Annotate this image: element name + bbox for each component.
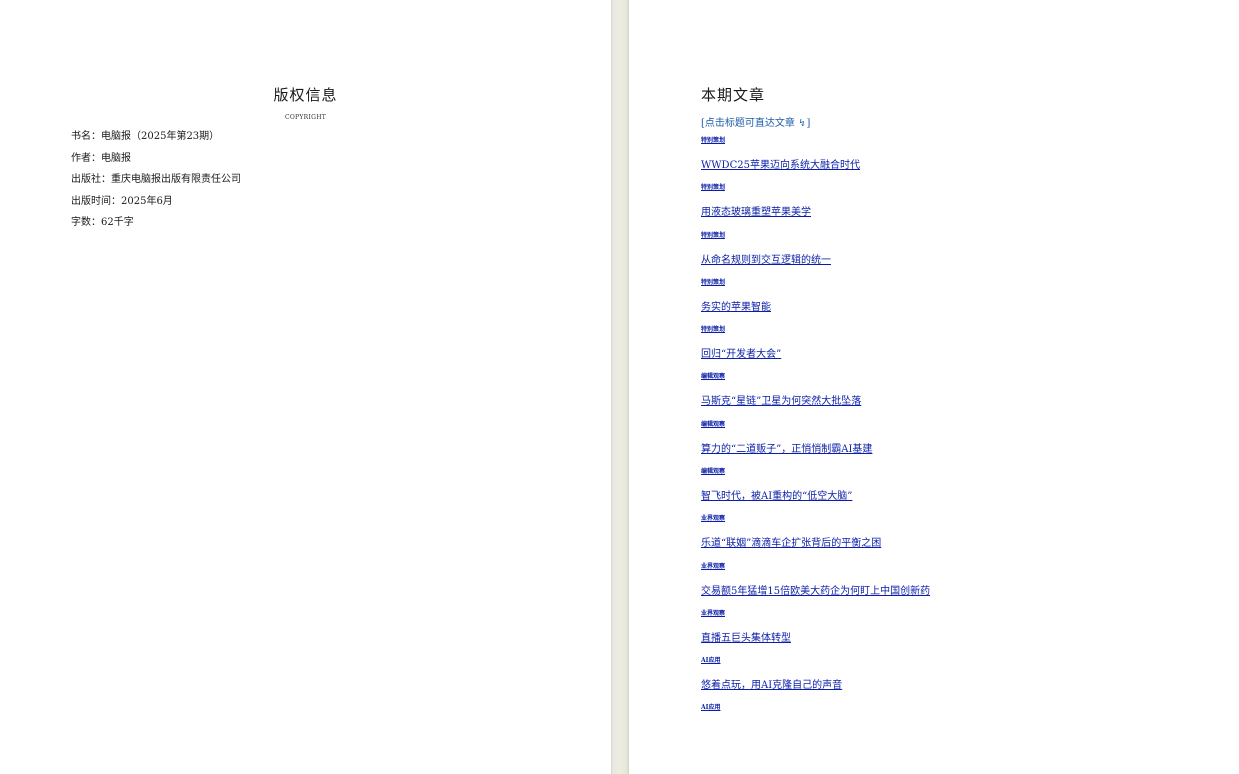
book-name: 书名：电脑报（2025年第23期） <box>71 131 220 142</box>
toc-category-link[interactable]: 编辑观察 <box>701 371 725 380</box>
toc-article-link[interactable]: 算力的“二道贩子”，正悄悄制霸AI基建 <box>701 440 872 455</box>
toc-article-link[interactable]: 马斯克“星链”卫星为何突然大批坠落 <box>701 392 861 407</box>
toc-category-link[interactable]: AI应用 <box>701 655 720 664</box>
book-spread: 版权信息 COPYRIGHT 书名：电脑报（2025年第23期） 作者：电脑报 … <box>0 0 1239 774</box>
toc-category-link[interactable]: 业界观察 <box>701 561 725 570</box>
book-publish-date: 出版时间：2025年6月 <box>71 195 173 207</box>
copyright-subtitle: COPYRIGHT <box>284 114 327 121</box>
book-info-list: 书名：电脑报（2025年第23期） 作者：电脑报 出版社：重庆电脑报出版有限责任… <box>71 131 241 239</box>
toc-category-link[interactable]: AI应用 <box>701 702 720 711</box>
toc-article-link[interactable]: 智飞时代，被AI重构的“低空大脑” <box>701 487 852 502</box>
book-author: 作者：电脑报 <box>71 152 131 164</box>
toc-category-link[interactable]: 特别策划 <box>701 277 725 286</box>
toc-article-link[interactable]: 直播五巨头集体转型 <box>701 629 791 644</box>
toc-category-link[interactable]: 特别策划 <box>701 324 725 333</box>
toc-article-link[interactable]: 回归“开发者大会” <box>701 345 781 360</box>
toc-category-link[interactable]: 特别策划 <box>701 182 725 191</box>
toc-article-link[interactable]: 从命名规则到交互逻辑的统一 <box>701 251 831 266</box>
toc-category-link[interactable]: 业界观察 <box>701 608 725 617</box>
toc-category-link[interactable]: 编辑观察 <box>701 419 725 428</box>
toc-category-link[interactable]: 编辑观察 <box>701 466 725 475</box>
toc-category-link[interactable]: 特别策划 <box>701 230 725 239</box>
toc-title: 本期文章 <box>701 86 766 104</box>
page-gutter <box>611 0 629 774</box>
copyright-page: 版权信息 COPYRIGHT 书名：电脑报（2025年第23期） 作者：电脑报 … <box>0 0 611 774</box>
toc-article-link[interactable]: 用液态玻璃重塑苹果美学 <box>701 203 811 218</box>
toc-article-link[interactable]: 务实的苹果智能 <box>701 298 771 313</box>
book-word-count: 字数：62千字 <box>71 217 134 229</box>
book-publisher: 出版社：重庆电脑报出版有限责任公司 <box>71 174 241 186</box>
toc-article-link[interactable]: WWDC25苹果迈向系统大融合时代 <box>701 156 860 171</box>
toc-hint: [点击标题可直达文章 ↯] <box>701 118 811 129</box>
toc-page: 本期文章 [点击标题可直达文章 ↯] 特别策划 WWDC25苹果迈向系统大融合时… <box>629 0 1239 774</box>
toc-article-link[interactable]: 悠着点玩，用AI克隆自己的声音 <box>701 676 842 691</box>
toc-article-link[interactable]: 乐道“联姻”滴滴车企扩张背后的平衡之困 <box>701 534 881 549</box>
toc-category-link[interactable]: 业界观察 <box>701 513 725 522</box>
copyright-title: 版权信息 <box>273 86 338 104</box>
toc-category-link[interactable]: 特别策划 <box>701 135 725 144</box>
toc-article-link[interactable]: 交易额5年猛增15倍欧美大药企为何盯上中国创新药 <box>701 582 930 597</box>
